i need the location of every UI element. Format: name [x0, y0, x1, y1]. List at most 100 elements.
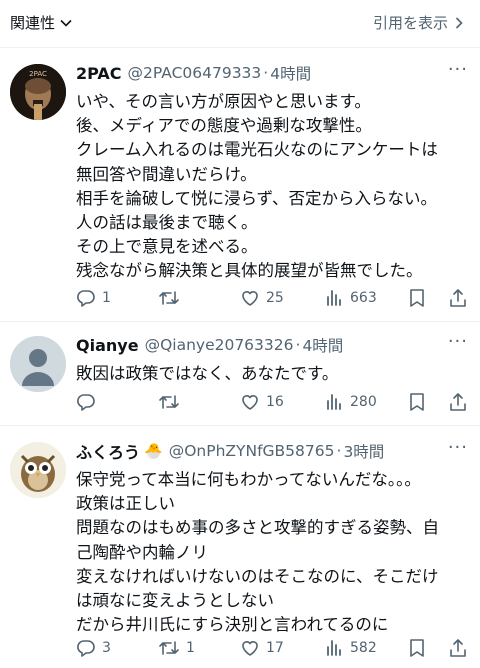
bookmark-button[interactable]	[408, 288, 426, 308]
timestamp[interactable]: 3時間	[343, 440, 384, 462]
like-button[interactable]: 17	[240, 638, 284, 658]
like-count: 25	[266, 290, 284, 306]
reply-icon	[77, 394, 95, 411]
reply-button[interactable]	[76, 392, 102, 412]
avatar[interactable]: 2PAC	[10, 64, 66, 120]
svg-text:2PAC: 2PAC	[29, 70, 47, 78]
tweet-line: 後、メディアでの態度や過剰な攻撃性。	[76, 116, 372, 136]
tweet-card[interactable]: Qianye @Qianye20763326 · 4時間 ··· 敗因は政策では…	[0, 322, 480, 426]
tweet-card[interactable]: ふくろう 🐣 @OnPhZYNfGB58765 · 3時間 ··· 保守党って本…	[0, 426, 480, 668]
action-bar: 3 1 17 582	[76, 638, 468, 658]
tweet-line: 相手を論破して悦に浸らず、否定から入らない。	[76, 188, 438, 208]
avatar-image: 2PAC	[10, 64, 66, 120]
tweet-line: 保守党って本当に何もわかってないんだな。。。	[76, 470, 421, 489]
display-name[interactable]: ふくろう	[76, 439, 140, 463]
share-button[interactable]	[448, 392, 468, 412]
tweet-line: は頑なに変えようとしない	[76, 590, 274, 610]
share-button[interactable]	[448, 638, 468, 658]
retweet-button[interactable]: 1	[158, 638, 195, 658]
relevance-sort-button[interactable]: 関連性	[10, 12, 73, 33]
views-button[interactable]: 582	[324, 638, 377, 658]
tweet-line: 無回答や間違いだらけ。	[76, 164, 257, 184]
tweet-line: いや、その言い方が原因やと思います。	[76, 92, 371, 111]
avatar[interactable]	[10, 442, 66, 498]
retweet-icon	[159, 395, 179, 409]
share-icon	[450, 639, 466, 657]
tweet-card[interactable]: 2PAC 2PAC @2PAC06479333 · 4時間 ··· いや、その言…	[0, 48, 480, 322]
views-icon	[327, 290, 341, 306]
timestamp[interactable]: 4時間	[270, 62, 311, 84]
like-count: 17	[266, 640, 284, 656]
tweet-text: いや、その言い方が原因やと思います。 後、メディアでの態度や過剰な攻撃性。 クレ…	[76, 90, 468, 284]
heart-icon	[242, 641, 258, 656]
display-name[interactable]: 2PAC	[76, 64, 122, 83]
display-name[interactable]: Qianye	[76, 336, 139, 355]
tweet-line: 問題なのはもめ事の多さと攻撃的すぎる姿勢、自	[76, 518, 439, 538]
reply-count: 1	[102, 290, 111, 306]
tweet-text: 敗因は政策ではなく、あなたです。	[76, 362, 468, 386]
reply-button[interactable]: 3	[76, 638, 111, 658]
bookmark-icon	[410, 639, 424, 657]
retweet-button[interactable]	[158, 288, 186, 308]
reply-icon	[77, 290, 95, 307]
views-icon	[327, 640, 341, 656]
more-icon[interactable]: ···	[448, 333, 468, 351]
user-handle[interactable]: @OnPhZYNfGB58765	[169, 442, 335, 460]
bookmark-button[interactable]	[408, 392, 426, 412]
tweet-line: 己陶酔や内輪ノリ	[76, 542, 208, 562]
chevron-down-icon	[60, 19, 72, 27]
views-count: 280	[350, 394, 377, 410]
action-bar: 1 25 663	[76, 288, 468, 308]
view-quotes-link[interactable]: 引用を表示	[373, 12, 466, 33]
tweet-line: だから井川氏にすら決別と言われてるのに	[76, 615, 389, 635]
tweet-line: その上で意見を述べる。	[76, 237, 258, 257]
like-button[interactable]: 25	[240, 288, 284, 308]
reply-count: 3	[102, 640, 111, 656]
tweet-line: クレーム入れるのは電光石火なのにアンケートは	[76, 140, 438, 160]
user-handle[interactable]: @Qianye20763326	[145, 336, 294, 354]
tweet-line: 変えなければいけないのはそこなのに、そこだけ	[76, 566, 439, 586]
views-button[interactable]: 663	[324, 288, 377, 308]
avatar[interactable]	[10, 336, 66, 392]
share-icon	[450, 393, 466, 411]
share-icon	[450, 289, 466, 307]
reply-button[interactable]: 1	[76, 288, 111, 308]
views-icon	[327, 394, 341, 410]
like-count: 16	[266, 394, 284, 410]
tweet-line: 政策は正しい	[76, 494, 175, 514]
dot-separator: ·	[295, 336, 301, 354]
retweet-button[interactable]	[158, 392, 186, 412]
name-emoji: 🐣	[144, 442, 163, 460]
retweet-count: 1	[186, 640, 195, 656]
action-bar: 16 280	[76, 392, 468, 412]
tweet-line: 人の話は最後まで聴く。	[76, 212, 258, 232]
owl-avatar-image	[10, 442, 66, 498]
views-button[interactable]: 280	[324, 392, 377, 412]
dot-separator: ·	[336, 442, 342, 460]
chevron-right-icon	[455, 16, 463, 29]
bookmark-icon	[410, 289, 424, 307]
tweet-line: 残念ながら解決策と具体的展望が皆無でした。	[76, 261, 423, 281]
top-bar: 関連性 引用を表示	[0, 0, 480, 48]
relevance-label: 関連性	[10, 14, 56, 32]
retweet-icon	[159, 641, 179, 655]
dot-separator: ·	[263, 64, 269, 82]
views-count: 582	[350, 640, 377, 656]
like-button[interactable]: 16	[240, 392, 284, 412]
more-icon[interactable]: ···	[448, 61, 468, 79]
more-icon[interactable]: ···	[448, 439, 468, 457]
heart-icon	[242, 291, 258, 306]
default-avatar-image	[10, 336, 66, 392]
tweet-line: 敗因は政策ではなく、あなたです。	[76, 364, 339, 383]
user-handle[interactable]: @2PAC06479333	[128, 64, 262, 82]
share-button[interactable]	[448, 288, 468, 308]
bookmark-button[interactable]	[408, 638, 426, 658]
retweet-icon	[159, 291, 179, 305]
reply-icon	[77, 640, 95, 657]
heart-icon	[242, 395, 258, 410]
view-quotes-label: 引用を表示	[372, 14, 448, 32]
tweet-text: 保守党って本当に何もわかってないんだな。。。 政策は正しい 問題なのはもめ事の多…	[76, 468, 468, 637]
views-count: 663	[350, 290, 377, 306]
bookmark-icon	[410, 393, 424, 411]
timestamp[interactable]: 4時間	[302, 334, 343, 356]
